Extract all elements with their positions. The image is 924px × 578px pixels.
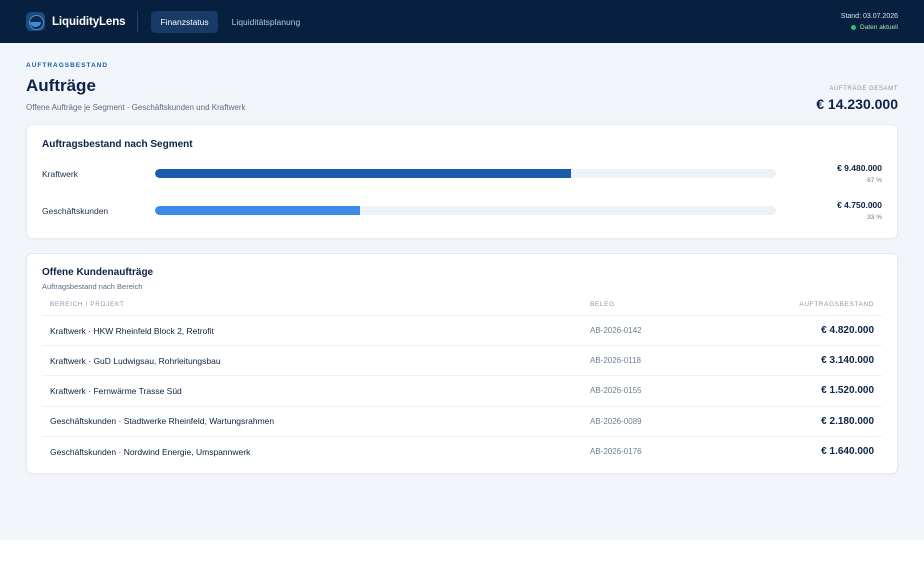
segment-bar-track (155, 169, 776, 178)
segment-values: € 4.750.000 33 % (837, 200, 882, 221)
page-subtitle: Offene Aufträge je Segment · Geschäftsku… (26, 103, 246, 112)
page-title: Aufträge (26, 76, 96, 95)
main-content: AUFTRAGSBESTAND Aufträge Offene Aufträge… (0, 62, 924, 474)
row-ref: AB-2026-0176 (590, 447, 642, 457)
table-row[interactable]: Kraftwerk · Fernwärme Trasse Süd AB-2026… (42, 375, 882, 407)
row-ref: AB-2026-0142 (582, 315, 732, 347)
status-live: Daten aktuell (841, 24, 898, 31)
live-dot-icon (851, 24, 857, 30)
segment-bar-track (155, 206, 776, 215)
row-ref: AB-2026-0118 (582, 345, 732, 377)
logo[interactable]: LiquidityLens (26, 12, 126, 31)
total-value: € 14.230.000 (816, 96, 898, 112)
column-header-project[interactable]: BEREICH / PROJEKT (42, 301, 582, 316)
segment-row-kraftwerk: Kraftwerk € 9.480.000 67 % (42, 155, 882, 192)
table-row[interactable]: Kraftwerk · HKW Rheinfeld Block 2, Retro… (42, 315, 882, 347)
total-summary: AUFTRÄGE GESAMT € 14.230.000 (816, 86, 898, 112)
segment-bar-fill (155, 169, 572, 178)
segment-percent: 33 % (867, 214, 882, 221)
tab-liquiditaetsplanung[interactable]: Liquiditätsplanung (223, 11, 310, 33)
segment-percent: 67 % (867, 177, 882, 184)
column-header-amount[interactable]: AUFTRAGSBESTAND (732, 301, 882, 316)
orders-card: Offene Kundenaufträge Auftragsbestand na… (26, 253, 898, 474)
app-window: LiquidityLens Finanzstatus Liquiditätspl… (0, 0, 924, 540)
table-row[interactable]: Geschäftskunden · Nordwind Energie, Umsp… (42, 436, 882, 466)
segment-bar-fill (155, 206, 360, 215)
segment-row-geschaeftskunden: Geschäftskunden € 4.750.000 33 % (42, 192, 882, 229)
total-label: AUFTRÄGE GESAMT (829, 86, 898, 92)
segment-amount: € 4.750.000 (837, 200, 882, 210)
row-project: Kraftwerk · Fernwärme Trasse Süd (42, 375, 582, 407)
data-status: Stand: 03.07.2026 Daten aktuell (841, 13, 898, 31)
row-ref: AB-2026-0089 (582, 406, 732, 437)
segment-amount: € 9.480.000 (837, 163, 882, 173)
orders-table: BEREICH / PROJEKT BELEG AUFTRAGSBESTAND … (42, 301, 882, 466)
row-project: Geschäftskunden · Nordwind Energie, Umsp… (50, 446, 251, 457)
row-project: Geschäftskunden · Stadtwerke Rheinfeld, … (42, 406, 582, 437)
row-amount: € 1.640.000 (821, 446, 874, 458)
segment-card-title: Auftragsbestand nach Segment (42, 139, 193, 150)
row-amount: € 3.140.000 (732, 345, 882, 377)
segment-values: € 9.480.000 67 % (837, 163, 882, 184)
orders-card-title: Offene Kundenaufträge (42, 267, 154, 278)
row-project: Kraftwerk · HKW Rheinfeld Block 2, Retro… (42, 315, 582, 347)
segment-card: Auftragsbestand nach Segment Kraftwerk €… (26, 124, 898, 239)
page-header: Aufträge Offene Aufträge je Segment · Ge… (26, 76, 898, 112)
logo-icon (26, 12, 45, 31)
row-amount: € 2.180.000 (732, 406, 882, 437)
row-amount: € 4.820.000 (732, 315, 882, 347)
top-bar: LiquidityLens Finanzstatus Liquiditätspl… (0, 0, 924, 43)
page-eyebrow: AUFTRAGSBESTAND (26, 62, 109, 69)
orders-card-subtitle: Auftragsbestand nach Bereich (42, 282, 143, 291)
table-row[interactable]: Kraftwerk · GuD Ludwigsau, Rohrleitungsb… (42, 345, 882, 377)
row-ref: AB-2026-0155 (582, 375, 732, 407)
segment-label: Geschäftskunden (42, 205, 109, 216)
status-live-label: Daten aktuell (860, 23, 898, 31)
column-header-ref[interactable]: BELEG (582, 301, 732, 316)
status-date: Stand: 03.07.2026 (840, 12, 898, 20)
segment-label: Kraftwerk (42, 168, 78, 179)
app-name: LiquidityLens (52, 15, 126, 28)
tab-finanzstatus[interactable]: Finanzstatus (151, 10, 218, 33)
row-project: Kraftwerk · GuD Ludwigsau, Rohrleitungsb… (42, 345, 582, 377)
table-row[interactable]: Geschäftskunden · Stadtwerke Rheinfeld, … (42, 406, 882, 437)
table-header-row: BEREICH / PROJEKT BELEG AUFTRAGSBESTAND (42, 301, 882, 316)
row-amount: € 1.520.000 (732, 375, 882, 407)
nav-divider (137, 11, 139, 32)
